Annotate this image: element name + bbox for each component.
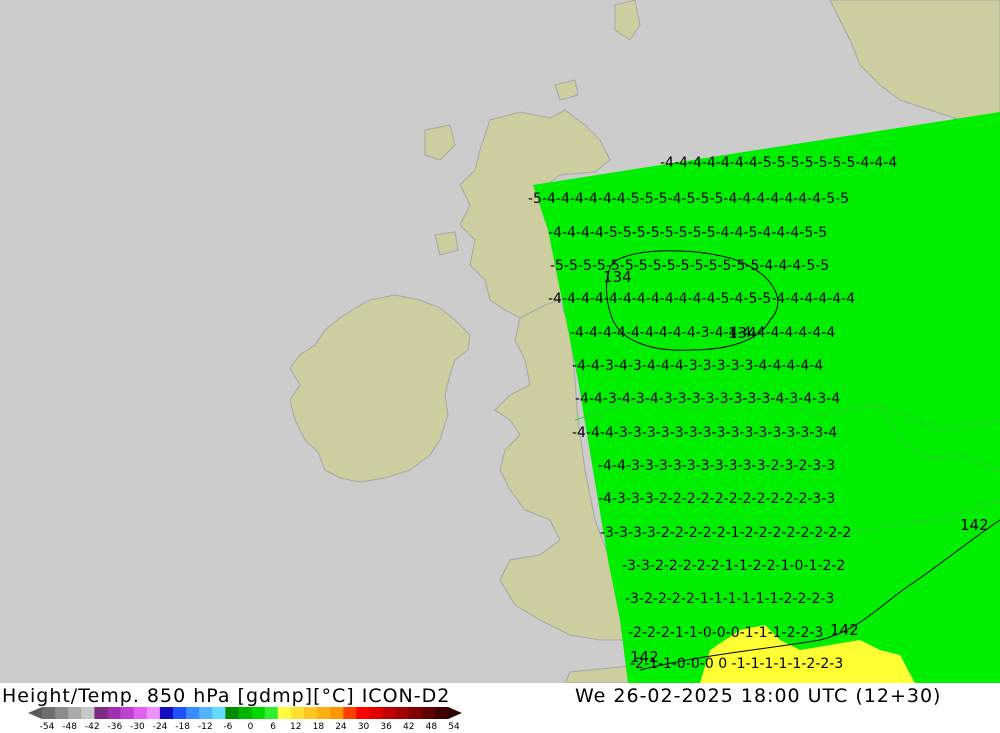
colorbar-swatch (159, 707, 174, 719)
colorbar-swatch (107, 707, 122, 719)
colorbar-swatch (199, 707, 213, 719)
isoline-label: -4-4-4-4-4-4-4-5-5-5-5-5-5-5-4-4-4 (660, 155, 897, 171)
colorbar-swatch (343, 707, 357, 719)
colorbar-swatch (251, 707, 266, 719)
colorbar-swatch (277, 707, 292, 719)
colorbar-swatch (330, 707, 344, 719)
isoline-label: -5-4-4-4-4-4-4-5-5-5-4-5-5-5-4-4-4-4-4-4… (528, 191, 849, 207)
colorbar-tick-label: 0 (247, 722, 254, 732)
isoline-label: -4-4-4-4-5-5-5-5-5-5-5-5-4-4-5-4-4-4-5-5 (548, 225, 827, 241)
colorbar-tick-label: 12 (289, 722, 302, 732)
isoline-label: -4-4-4-4-4-4-4-4-4-4-4-4-5-4-5-5-4-4-4-4… (548, 291, 855, 307)
weather-map: 134 134 142 142 142 -4-4-4-4-4-4-4-5-5-5… (0, 0, 1000, 683)
colorbar-swatch (317, 707, 331, 719)
colorbar-right-arrow (448, 707, 462, 719)
colorbar-swatch (133, 707, 148, 719)
colorbar-tick-label: 30 (357, 722, 370, 732)
isoline-label: -4-4-3-4-3-4-3-3-3-3-3-3-3-3-4-3-4-3-4 (575, 391, 840, 407)
isoline-label: -4-3-3-3-2-2-2-2-2-2-2-2-2-2-2-3-3 (598, 491, 835, 507)
isoline-label: -4-4-3-4-3-4-4-4-3-3-3-3-3-4-4-4-4-4 (572, 358, 823, 374)
colorbar-tick-label: 54 (448, 722, 460, 732)
colorbar-swatch (68, 707, 82, 719)
colorbar-swatch (186, 707, 200, 719)
colorbar-tick-label: -24 (152, 722, 168, 732)
colorbar-tick-labels: -54 -48 -42 -36 -30 -24 -18 -12 -6 0 6 12 18 24 30 36 42… (0, 722, 1000, 733)
isoline-label: -5-5-5-5-5-5-5-5-5-5-5-5-5-5-5-4-4-4-5-5 (550, 258, 829, 274)
colorbar-swatch (172, 707, 187, 719)
isoline-label: -4-4-4-4-4-4-4-4-4-3-4-4-4-4-4-4-4-4-4 (570, 325, 835, 341)
colorbar-tick-label: -6 (223, 722, 233, 732)
isoline-label: -2-1-1-0-0-0 0 -1-1-1-1-1-2-2-3 (630, 656, 843, 672)
colorbar-swatch (290, 707, 305, 719)
colorbar-tick-label: 42 (403, 722, 415, 732)
colorbar-swatch (81, 707, 95, 719)
colorbar-tick-label: -30 (130, 722, 145, 732)
colorbar-swatch (42, 707, 56, 719)
colorbar-swatch (408, 707, 423, 719)
colorbar-swatch (395, 707, 410, 719)
colorbar-swatch (303, 707, 318, 719)
colorbar-tick-label: 6 (270, 722, 276, 732)
height-label: 142 (830, 621, 859, 639)
colorbar-swatch (146, 707, 161, 719)
valid-time: We 26-02-2025 18:00 UTC (12+30) (575, 685, 942, 707)
colorbar-tick-label: -18 (175, 722, 191, 732)
colorbar-swatch (94, 707, 109, 719)
colorbar-tick-label: 48 (425, 722, 438, 732)
colorbar-tick-label: -54 (39, 722, 55, 732)
colorbar-swatch (356, 707, 371, 719)
isoline-label: -2-2-2-1-1-0-0-0-1-1-1-2-2-3 (628, 625, 823, 641)
isoline-label: -3-3-2-2-2-2-2-1-1-2-2-1-0-1-2-2 (622, 558, 845, 574)
height-label: 142 (960, 516, 989, 534)
colorbar-tick-label: -48 (62, 722, 77, 732)
isoline-label: -4-4-4-3-3-3-3-3-3-3-3-3-3-3-3-3-3-3-4 (572, 425, 837, 441)
colorbar-swatch (434, 707, 449, 719)
isoline-label: -3-2-2-2-2-1-1-1-1-1-1-2-2-2-3 (625, 591, 834, 607)
colorbar-tick-label: 18 (312, 722, 325, 732)
colorbar-swatch (120, 707, 135, 719)
isoline-label: -3-3-3-3-2-2-2-2-2-1-2-2-2-2-2-2-2-2 (600, 525, 851, 541)
colorbar-swatch (421, 707, 436, 719)
colorbar-swatch (264, 707, 279, 719)
colorbar-swatch (382, 707, 397, 719)
colorbar-tick-label: -36 (107, 722, 123, 732)
colorbar-tick-label: -12 (197, 722, 213, 732)
colorbar-tick-label: 24 (335, 722, 347, 732)
product-title: Height/Temp. 850 hPa [gdmp][°C] ICON-D2 (2, 685, 451, 707)
colorbar-left-arrow (28, 707, 42, 719)
colorbar-swatch (212, 707, 226, 719)
colorbar (28, 707, 462, 719)
map-canvas: 134 134 142 142 142 -4-4-4-4-4-4-4-5-5-5… (0, 0, 1000, 683)
colorbar-swatch (55, 707, 69, 719)
colorbar-tick-label: -42 (84, 722, 100, 732)
isoline-label: -4-4-3-3-3-3-3-3-3-3-3-3-2-3-2-3-3 (598, 458, 835, 474)
colorbar-swatch (369, 707, 384, 719)
colorbar-swatch (225, 707, 240, 719)
colorbar-swatch (238, 707, 253, 719)
colorbar-tick-label: 36 (380, 722, 392, 732)
